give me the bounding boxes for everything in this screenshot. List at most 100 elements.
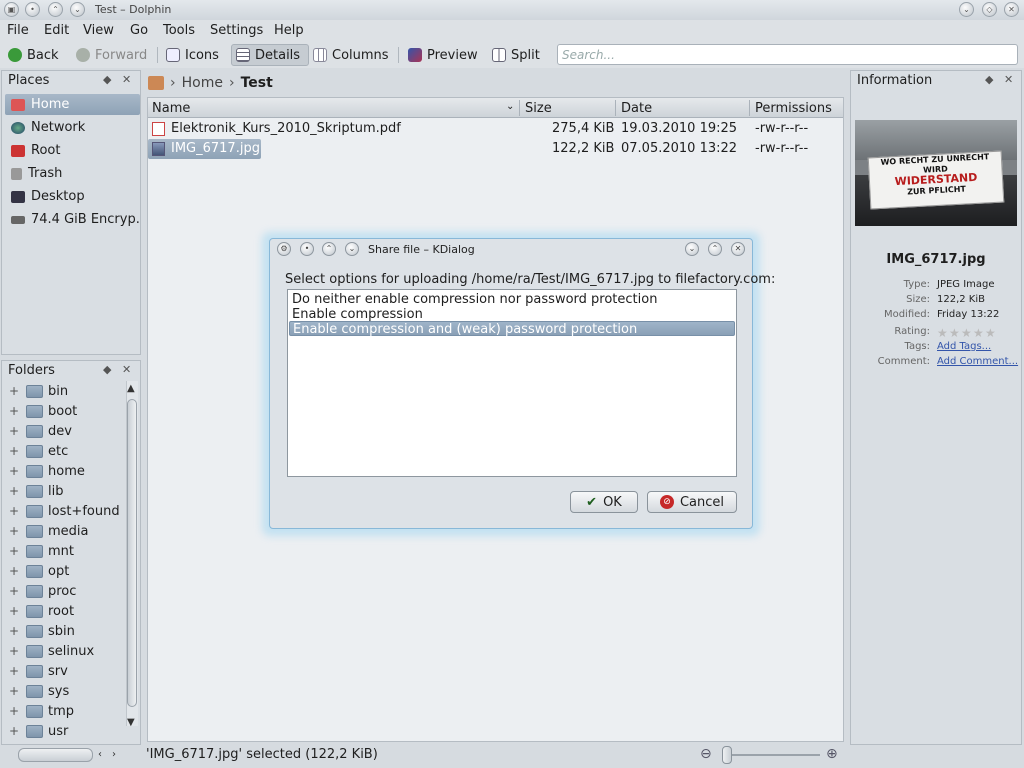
window-menu-icon[interactable]: ▣ (4, 2, 19, 17)
folder-item[interactable]: + lib (2, 481, 124, 501)
sort-chevron-icon[interactable]: ⌄ (506, 101, 514, 112)
column-separator[interactable] (519, 100, 520, 116)
expand-icon[interactable]: + (2, 604, 26, 618)
rating-star-icon[interactable]: ★ (973, 326, 984, 340)
folder-item[interactable]: + root (2, 601, 124, 621)
keep-below-icon[interactable]: ⌄ (70, 2, 85, 17)
details-view-button[interactable]: Details (231, 44, 310, 66)
add-comment-link[interactable]: Add Comment... (937, 356, 1018, 367)
panel-float-icon[interactable]: ◆ (103, 363, 111, 376)
expand-icon[interactable]: + (2, 424, 26, 438)
panel-close-icon[interactable]: ✕ (122, 73, 131, 86)
folder-item[interactable]: + media (2, 521, 124, 541)
sticky-icon[interactable]: • (25, 2, 40, 17)
preview-button[interactable]: Preview (404, 44, 486, 66)
breadcrumb-home[interactable]: Home (182, 75, 223, 91)
cancel-button[interactable]: ⊘ Cancel (647, 491, 737, 513)
column-permissions[interactable]: Permissions (755, 101, 832, 116)
folder-item[interactable]: + dev (2, 421, 124, 441)
dialog-keep-below-icon[interactable]: ⌄ (345, 242, 359, 256)
expand-icon[interactable]: + (2, 544, 26, 558)
dialog-close-icon[interactable]: ✕ (731, 242, 745, 256)
panel-float-icon[interactable]: ◆ (103, 73, 111, 86)
menu-edit[interactable]: Edit (44, 23, 69, 38)
breadcrumb-current[interactable]: Test (241, 75, 273, 91)
icons-view-button[interactable]: Icons (162, 44, 227, 66)
forward-button[interactable]: Forward (72, 44, 155, 66)
option-compression[interactable]: Enable compression (289, 307, 735, 322)
place-desktop[interactable]: Desktop (5, 186, 140, 207)
expand-icon[interactable]: + (2, 464, 26, 478)
menu-file[interactable]: File (7, 23, 29, 38)
folder-item[interactable]: + srv (2, 661, 124, 681)
folder-item[interactable]: + mnt (2, 541, 124, 561)
dialog-menu-icon[interactable]: ⚙ (277, 242, 291, 256)
folder-item[interactable]: + etc (2, 441, 124, 461)
expand-icon[interactable]: + (2, 624, 26, 638)
folder-item[interactable]: + sbin (2, 621, 124, 641)
panel-close-icon[interactable]: ✕ (1004, 73, 1013, 86)
rating-star-icon[interactable]: ★ (949, 326, 960, 340)
menu-tools[interactable]: Tools (163, 23, 195, 38)
columns-view-button[interactable]: Columns (309, 44, 397, 66)
menu-help[interactable]: Help (274, 23, 304, 38)
folder-item[interactable]: + boot (2, 401, 124, 421)
expand-icon[interactable]: + (2, 664, 26, 678)
zoom-in-icon[interactable]: ⊕ (826, 746, 838, 762)
expand-icon[interactable]: + (2, 484, 26, 498)
scroll-down-icon[interactable]: ▼ (127, 717, 135, 728)
expand-icon[interactable]: + (2, 564, 26, 578)
expand-icon[interactable]: + (2, 644, 26, 658)
expand-icon[interactable]: + (2, 584, 26, 598)
search-input[interactable] (557, 44, 1018, 65)
close-icon[interactable]: ✕ (1004, 2, 1019, 17)
dialog-minimize-icon[interactable]: ⌄ (685, 242, 699, 256)
place-trash[interactable]: Trash (5, 163, 140, 184)
column-separator[interactable] (749, 100, 750, 116)
scrollbar-thumb[interactable] (127, 399, 137, 707)
expand-icon[interactable]: + (2, 444, 26, 458)
dialog-keep-above-icon[interactable]: ⌃ (322, 242, 336, 256)
folder-item[interactable]: + sys (2, 681, 124, 701)
column-size[interactable]: Size (525, 101, 552, 116)
folder-item[interactable]: + selinux (2, 641, 124, 661)
table-row-selected[interactable]: IMG_6717.jpg 122,2 KiB 07.05.2010 13:22 … (148, 139, 843, 159)
panel-float-icon[interactable]: ◆ (985, 73, 993, 86)
folder-item[interactable]: + lost+found (2, 501, 124, 521)
dialog-sticky-icon[interactable]: • (300, 242, 314, 256)
back-button[interactable]: Back (4, 44, 67, 66)
expand-icon[interactable]: + (2, 684, 26, 698)
split-button[interactable]: Split (488, 44, 548, 66)
home-icon[interactable] (148, 76, 164, 90)
folder-item[interactable]: + home (2, 461, 124, 481)
place-network[interactable]: Network (5, 117, 140, 138)
expand-icon[interactable]: + (2, 704, 26, 718)
expand-icon[interactable]: + (2, 724, 26, 738)
place-root[interactable]: Root (5, 140, 140, 161)
expand-icon[interactable]: + (2, 524, 26, 538)
zoom-out-icon[interactable]: ⊖ (700, 746, 712, 762)
folder-item[interactable]: + usr (2, 721, 124, 741)
maximize-icon[interactable]: ◇ (982, 2, 997, 17)
folder-item[interactable]: + bin (2, 381, 124, 401)
dialog-maximize-icon[interactable]: ⌃ (708, 242, 722, 256)
place-home[interactable]: Home (5, 94, 140, 115)
folder-item[interactable]: + tmp (2, 701, 124, 721)
ok-button[interactable]: ✔ OK (570, 491, 638, 513)
table-row[interactable]: Elektronik_Kurs_2010_Skriptum.pdf 275,4 … (148, 119, 843, 139)
panel-close-icon[interactable]: ✕ (122, 363, 131, 376)
rating-star-icon[interactable]: ★ (961, 326, 972, 340)
scroll-left-icon[interactable]: ‹ (98, 749, 102, 760)
column-date[interactable]: Date (621, 101, 652, 116)
zoom-slider-track[interactable] (722, 754, 820, 756)
zoom-slider-thumb[interactable] (722, 746, 732, 764)
column-name[interactable]: Name (152, 101, 190, 116)
options-list[interactable]: Do neither enable compression nor passwo… (287, 289, 737, 477)
add-tags-link[interactable]: Add Tags... (937, 341, 991, 352)
rating-star-icon[interactable]: ★ (937, 326, 948, 340)
scroll-right-icon[interactable]: › (112, 749, 116, 760)
menu-go[interactable]: Go (130, 23, 148, 38)
option-no-compression[interactable]: Do neither enable compression nor passwo… (289, 292, 735, 307)
menu-view[interactable]: View (83, 23, 114, 38)
folder-item[interactable]: + proc (2, 581, 124, 601)
